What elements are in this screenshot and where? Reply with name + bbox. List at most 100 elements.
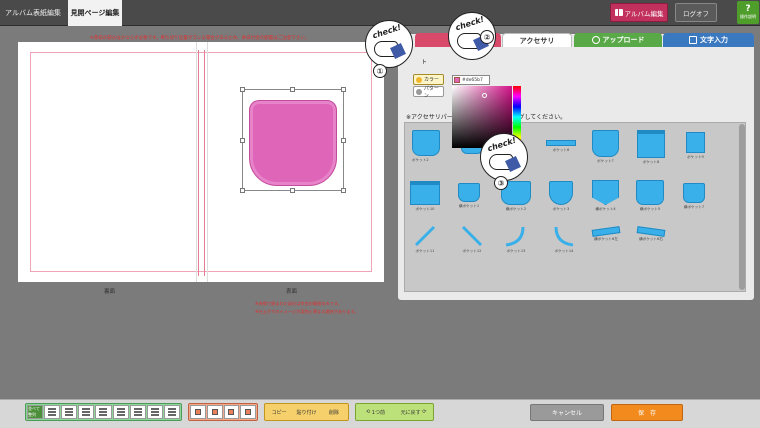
album-edit-label: アルバム編集 [624, 9, 664, 18]
accessory-item[interactable]: ポケット10 [410, 181, 440, 212]
tab-accessory[interactable]: アクセサリ [502, 33, 572, 47]
accessory-label: ポケット6 [552, 148, 570, 152]
save-button[interactable]: 保 存 [611, 404, 683, 421]
accessory-label: ポケット3 [552, 207, 570, 211]
accessory-label: 横ポケット2 [505, 207, 527, 211]
distribute-v-button[interactable] [163, 405, 180, 419]
resize-handle-bc[interactable] [290, 188, 295, 193]
check-callout-3: check! [480, 133, 528, 181]
accessory-item[interactable]: ポケット7 [592, 130, 619, 164]
book-icon [614, 9, 623, 16]
resize-handle-mr[interactable] [341, 138, 346, 143]
category-selector[interactable]: ト [421, 57, 427, 66]
accessory-item[interactable]: ポケット13 [503, 225, 529, 254]
align-right-button[interactable] [78, 405, 95, 419]
band-shape [591, 226, 621, 237]
redo-button[interactable]: 元に戻す ⟳ [395, 405, 432, 419]
redo-label: 元に戻す [400, 409, 421, 416]
accessory-item[interactable]: ポケット8 [637, 130, 665, 165]
strap-shape [414, 225, 436, 247]
tab-upload[interactable]: アップロード [574, 33, 662, 47]
accessory-label: ポケット10 [415, 207, 435, 211]
arrange-button[interactable]: 並べて整列 [27, 405, 44, 419]
text-icon [689, 36, 697, 44]
accessory-item[interactable]: ポケット11 [412, 225, 438, 254]
accessory-label: ポケット11 [415, 249, 435, 253]
palette-icon [416, 76, 422, 83]
resize-handle-tc[interactable] [290, 87, 295, 92]
strap-shape [461, 225, 483, 247]
pattern-option-label: パターン [423, 85, 439, 99]
tab-accessory-label: アクセサリ [519, 36, 555, 45]
send-to-back-button[interactable] [240, 405, 256, 419]
accessory-item[interactable]: 横ポケット7 [683, 183, 705, 210]
color-option-label: カラー [424, 77, 440, 83]
align-bottom-icon [133, 411, 142, 413]
accessory-label: ポケット12 [462, 249, 482, 253]
accessory-item[interactable]: ポケット3 [549, 181, 573, 212]
resize-handle-bl[interactable] [240, 188, 245, 193]
accessory-item[interactable]: 横ポケット4 [592, 180, 619, 212]
pattern-icon [416, 88, 422, 95]
bring-front-icon [194, 409, 201, 415]
pocket-shape [683, 183, 705, 203]
delete-button[interactable]: 削除 [321, 405, 347, 419]
align-top-button[interactable] [95, 405, 112, 419]
copy-button[interactable]: コピー [266, 405, 292, 419]
color-cursor[interactable] [482, 93, 487, 98]
pocket-shape [458, 183, 480, 202]
accessory-item[interactable]: ポケット14 [551, 225, 577, 254]
band-shape [636, 226, 666, 237]
resize-handle-ml[interactable] [240, 138, 245, 143]
resize-handle-tl[interactable] [240, 87, 245, 92]
help-button[interactable]: ? 操作説明 [737, 1, 759, 24]
distribute-h-button[interactable] [146, 405, 163, 419]
back-page-label: 裏面 [104, 289, 116, 295]
pocket-shape [636, 180, 664, 205]
accessory-item[interactable]: ポケット9 [686, 132, 705, 160]
accessory-label: 横ポケット6左 [594, 237, 618, 241]
accessory-item[interactable]: 横ポケット1 [458, 183, 480, 209]
bring-forward-button[interactable] [206, 405, 223, 419]
album-edit-button[interactable]: アルバム編集 [610, 3, 668, 22]
accessory-item[interactable]: 横ポケット5 [636, 180, 664, 212]
align-bottom-button[interactable] [129, 405, 146, 419]
pocket-shape [592, 180, 619, 205]
color-option[interactable]: カラー [413, 74, 444, 85]
accessory-label: ポケット2 [412, 158, 429, 162]
pattern-option[interactable]: パターン [413, 85, 444, 99]
tab-inner-page-edit[interactable]: 見開ページ編集 [68, 0, 122, 26]
history-group: ⟲ 1つ前 元に戻す ⟳ [355, 403, 434, 421]
accessory-item[interactable]: 横ポケット6右 [636, 226, 666, 242]
layer-group [188, 403, 258, 421]
tab-text[interactable]: 文字入力 [663, 33, 754, 47]
step-number-3: ③ [494, 176, 508, 190]
accessory-item[interactable]: ポケット2 [412, 130, 429, 163]
bring-to-front-button[interactable] [190, 405, 206, 419]
accessory-item[interactable]: ポケット12 [459, 225, 485, 254]
color-hex-field[interactable]: #de65b7 [452, 75, 490, 85]
accessory-item[interactable]: 横ポケット6左 [591, 226, 621, 242]
tab-cover-edit[interactable]: アルバム表紙編集 [0, 0, 66, 26]
paste-button[interactable]: 貼り付け [293, 405, 319, 419]
cancel-button[interactable]: キャンセル [530, 404, 604, 421]
resize-handle-tr[interactable] [341, 87, 346, 92]
accessory-scrollbar[interactable] [739, 124, 745, 290]
pocket-shape [637, 130, 665, 158]
step-number-2: ② [480, 30, 494, 44]
front-page-label: 表面 [286, 289, 298, 295]
align-left-icon [48, 411, 57, 413]
align-center-button[interactable] [61, 405, 78, 419]
undo-button[interactable]: ⟲ 1つ前 [357, 405, 394, 419]
align-middle-button[interactable] [112, 405, 129, 419]
accessory-label: ポケット9 [687, 155, 704, 159]
send-backward-button[interactable] [223, 405, 240, 419]
edit-group: コピー 貼り付け 削除 [264, 403, 349, 421]
resize-handle-br[interactable] [341, 188, 346, 193]
logoff-button[interactable]: ログオフ [675, 3, 717, 22]
send-back-icon [245, 409, 252, 415]
align-left-button[interactable] [44, 405, 61, 419]
accessory-item[interactable]: ポケット6 [546, 140, 576, 153]
accessory-label: ポケット8 [642, 160, 660, 164]
instruction-head: ※アクセサリパー [406, 114, 453, 121]
